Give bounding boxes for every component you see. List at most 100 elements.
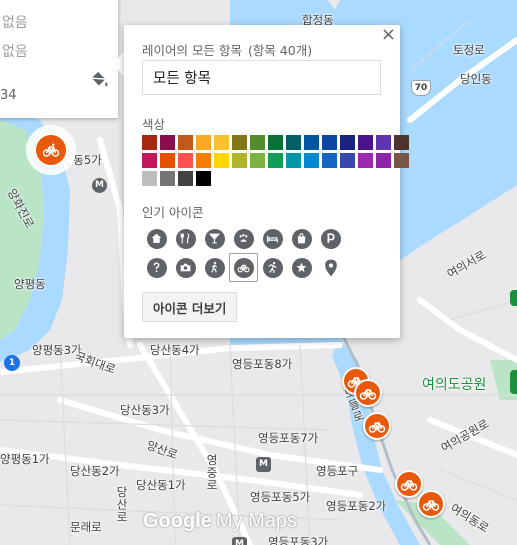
star-icon bbox=[296, 262, 307, 273]
popular-icons-grid bbox=[142, 224, 345, 282]
icon-section-label: 인기 아이콘 bbox=[142, 205, 204, 220]
icon-option-star[interactable] bbox=[287, 253, 316, 282]
color-section-label: 색상 bbox=[142, 117, 166, 132]
color-swatch[interactable] bbox=[340, 135, 355, 150]
info-count-value: 34 bbox=[0, 88, 17, 103]
color-swatch[interactable] bbox=[268, 153, 283, 168]
color-swatch[interactable] bbox=[322, 135, 337, 150]
bike-station-marker[interactable] bbox=[34, 133, 68, 167]
icon-option-camera[interactable] bbox=[171, 253, 200, 282]
style-popup: × 레이어의 모든 항목 (항목 40개) 색상 인기 아이콘 아이콘 더보기 bbox=[124, 25, 409, 338]
color-swatch[interactable] bbox=[268, 135, 283, 150]
color-swatch[interactable] bbox=[196, 153, 211, 168]
icon-option-hotel[interactable] bbox=[258, 224, 287, 253]
color-swatch[interactable] bbox=[322, 153, 337, 168]
color-swatch[interactable] bbox=[178, 153, 193, 168]
metro-station-icon[interactable]: M bbox=[232, 537, 247, 545]
popup-pointer bbox=[112, 52, 124, 76]
map-label-dangsan2: 당산동2가 bbox=[70, 464, 120, 478]
color-swatch[interactable] bbox=[358, 153, 373, 168]
help-icon bbox=[153, 262, 160, 273]
bike-station-marker[interactable] bbox=[363, 412, 391, 440]
color-swatch[interactable] bbox=[304, 135, 319, 150]
map-label-yeongdeungpo2: 영등포동2가 bbox=[326, 499, 387, 513]
popup-title-text: 레이어의 모든 항목 bbox=[142, 43, 242, 58]
color-swatch[interactable] bbox=[250, 153, 265, 168]
color-swatch[interactable] bbox=[286, 135, 301, 150]
info-row-value: 없음 bbox=[2, 44, 28, 60]
color-swatch[interactable] bbox=[394, 135, 409, 150]
color-swatch[interactable] bbox=[160, 171, 175, 186]
color-swatch[interactable] bbox=[376, 153, 391, 168]
color-swatch[interactable] bbox=[340, 153, 355, 168]
color-swatch[interactable] bbox=[196, 171, 211, 186]
bike-station-marker[interactable] bbox=[395, 470, 423, 498]
map-label-dangsan4: 당산동4가 bbox=[150, 343, 200, 357]
icon-option-walk[interactable] bbox=[200, 253, 229, 282]
icon-option-bar[interactable] bbox=[200, 224, 229, 253]
bicycle-icon bbox=[368, 422, 386, 433]
icon-option-restaurant[interactable] bbox=[171, 224, 200, 253]
map-label-yeongdeungpo-gu: 영등포구 bbox=[316, 464, 359, 478]
color-swatch[interactable] bbox=[394, 153, 409, 168]
metro-station-icon[interactable]: M bbox=[92, 178, 107, 193]
map-label-yangpyeong1: 양평동1가 bbox=[0, 452, 50, 466]
google-my-maps-logo: Google My Maps bbox=[143, 510, 298, 532]
color-swatch[interactable] bbox=[178, 171, 193, 186]
color-swatch[interactable] bbox=[286, 153, 301, 168]
icon-option-pin[interactable] bbox=[316, 253, 345, 282]
more-icons-button[interactable]: 아이콘 더보기 bbox=[142, 292, 238, 322]
icon-option-help[interactable] bbox=[142, 253, 171, 282]
icon-option-home[interactable] bbox=[142, 224, 171, 253]
icon-option-pet[interactable] bbox=[229, 224, 258, 253]
map-label-yeongdeungpo3: 영등포동3가 bbox=[268, 535, 329, 545]
map-label-dangsan3: 당산동3가 bbox=[120, 403, 170, 417]
walk-icon bbox=[211, 261, 218, 273]
popup-title: 레이어의 모든 항목 (항목 40개) bbox=[142, 40, 312, 59]
bike-station-marker[interactable] bbox=[417, 490, 445, 518]
bicycle-icon bbox=[422, 500, 440, 511]
close-button[interactable]: × bbox=[381, 25, 396, 45]
color-swatch[interactable] bbox=[214, 135, 229, 150]
bicycle-icon bbox=[237, 264, 250, 273]
color-swatch[interactable] bbox=[142, 153, 157, 168]
map-label-dangsan1: 당산동1가 bbox=[136, 478, 186, 492]
bike-station-marker[interactable] bbox=[354, 379, 382, 407]
color-swatch[interactable] bbox=[160, 153, 175, 168]
color-swatch[interactable] bbox=[142, 171, 157, 186]
color-palette bbox=[142, 135, 409, 186]
map-label-tojeong: 토정로 bbox=[453, 43, 485, 57]
icon-option-parking[interactable] bbox=[316, 224, 345, 253]
color-swatch[interactable] bbox=[178, 135, 193, 150]
color-swatch[interactable] bbox=[358, 135, 373, 150]
color-swatch[interactable] bbox=[232, 135, 247, 150]
feature-info-card: 없음 없음 34 bbox=[0, 0, 118, 118]
park-marker-icon bbox=[510, 370, 517, 394]
paint-bucket-icon[interactable] bbox=[88, 70, 110, 90]
metro-station-icon[interactable]: M bbox=[256, 457, 271, 472]
map-label-yeongdeungpo7: 영등포동7가 bbox=[258, 431, 319, 445]
run-icon bbox=[268, 261, 277, 274]
map-label-yeouido-park: 여의도공원 bbox=[422, 377, 487, 393]
label-name-input[interactable] bbox=[142, 60, 381, 95]
color-swatch[interactable] bbox=[142, 135, 157, 150]
shopping-icon bbox=[297, 233, 306, 244]
color-swatch[interactable] bbox=[196, 135, 211, 150]
bar-icon bbox=[208, 233, 221, 244]
map-label-yeongdeungpo8: 영등포동8가 bbox=[232, 357, 293, 371]
color-swatch[interactable] bbox=[160, 135, 175, 150]
home-icon bbox=[151, 233, 162, 243]
icon-option-bicycle[interactable] bbox=[229, 253, 258, 282]
camera-icon bbox=[180, 263, 191, 272]
map-label-munrae: 문래로 bbox=[70, 520, 102, 534]
color-swatch[interactable] bbox=[250, 135, 265, 150]
bicycle-icon bbox=[42, 143, 60, 157]
icon-option-shopping[interactable] bbox=[287, 224, 316, 253]
color-swatch[interactable] bbox=[214, 153, 229, 168]
color-swatch[interactable] bbox=[304, 153, 319, 168]
color-swatch[interactable] bbox=[376, 135, 391, 150]
color-swatch[interactable] bbox=[232, 153, 247, 168]
map-canvas[interactable]: 합정동 토정로 당인동 , 동5가 양화진로 양평동 여의서로 양평동3가 국회… bbox=[0, 0, 517, 545]
subway-line-1-badge: 1 bbox=[4, 355, 20, 371]
icon-option-run[interactable] bbox=[258, 253, 287, 282]
